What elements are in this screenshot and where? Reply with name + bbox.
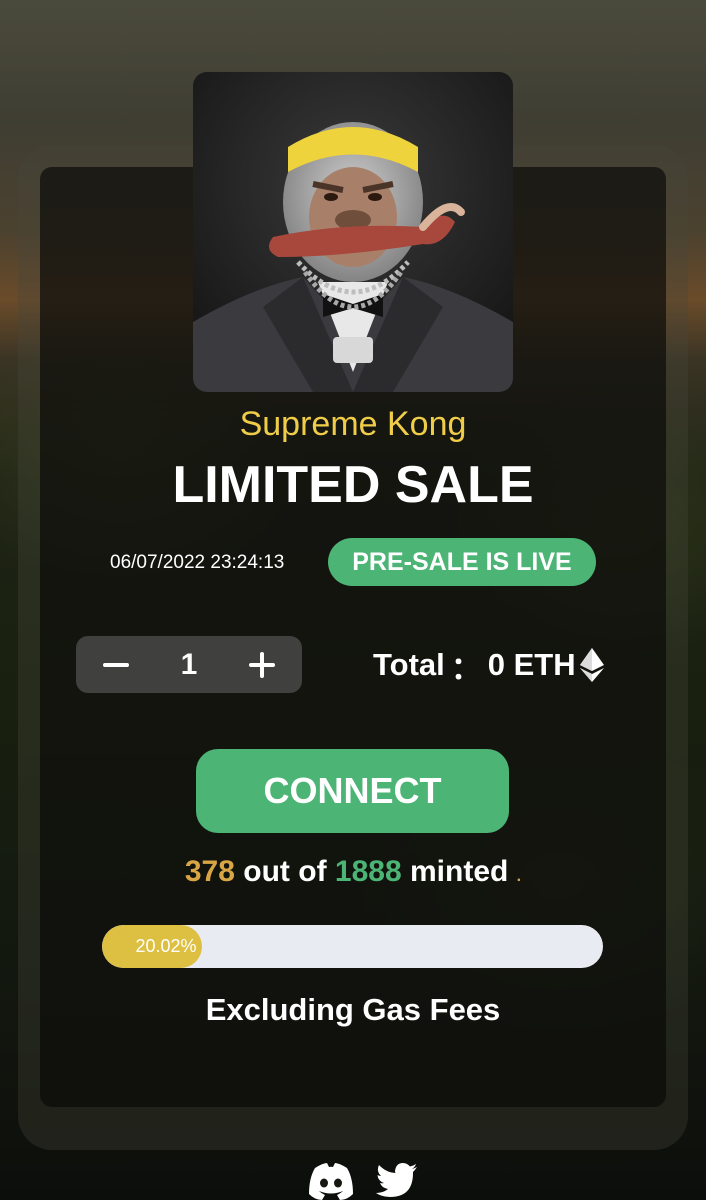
mint-counter: 378 out of 1888 minted . bbox=[0, 855, 706, 889]
plus-icon bbox=[249, 651, 275, 678]
sale-headline: LIMITED SALE bbox=[172, 456, 534, 514]
gas-fee-note: Excluding Gas Fees bbox=[205, 992, 501, 1027]
sale-status-label: PRE-SALE IS LIVE bbox=[352, 547, 572, 576]
max-supply: 1888 bbox=[334, 855, 402, 888]
twitter-link[interactable] bbox=[376, 1162, 418, 1200]
sale-status-badge: PRE-SALE IS LIVE bbox=[328, 538, 596, 586]
connect-wallet-button[interactable]: CONNECT bbox=[196, 749, 509, 833]
twitter-icon bbox=[376, 1163, 417, 1197]
ethereum-icon bbox=[579, 648, 604, 682]
discord-icon bbox=[309, 1163, 353, 1200]
sale-datetime: 06/07/2022 23:24:13 bbox=[110, 552, 285, 573]
minted-trailing-mark: . bbox=[516, 868, 522, 885]
collection-name: Supreme Kong bbox=[239, 405, 467, 443]
mint-progress-label: 20.02% bbox=[135, 936, 197, 956]
total-separator: ： bbox=[450, 650, 482, 686]
quantity-stepper: 1 bbox=[76, 636, 302, 693]
mint-progress-bar: 20.02% bbox=[102, 925, 603, 968]
quantity-value[interactable]: 1 bbox=[164, 636, 214, 693]
increment-button[interactable] bbox=[234, 636, 290, 693]
minus-icon bbox=[103, 662, 129, 667]
minted-count: 378 bbox=[184, 855, 235, 888]
discord-link[interactable] bbox=[307, 1162, 355, 1200]
total-label: Total bbox=[373, 647, 445, 682]
nft-artwork-image bbox=[193, 72, 513, 392]
minted-out-of-text: out of bbox=[234, 855, 335, 888]
total-amount: 0 ETH bbox=[487, 647, 576, 682]
decrement-button[interactable] bbox=[88, 636, 144, 693]
minted-suffix-text: minted bbox=[401, 855, 517, 888]
connect-button-label: CONNECT bbox=[263, 770, 442, 811]
total-price: Total ： 0 ETH bbox=[373, 642, 604, 688]
